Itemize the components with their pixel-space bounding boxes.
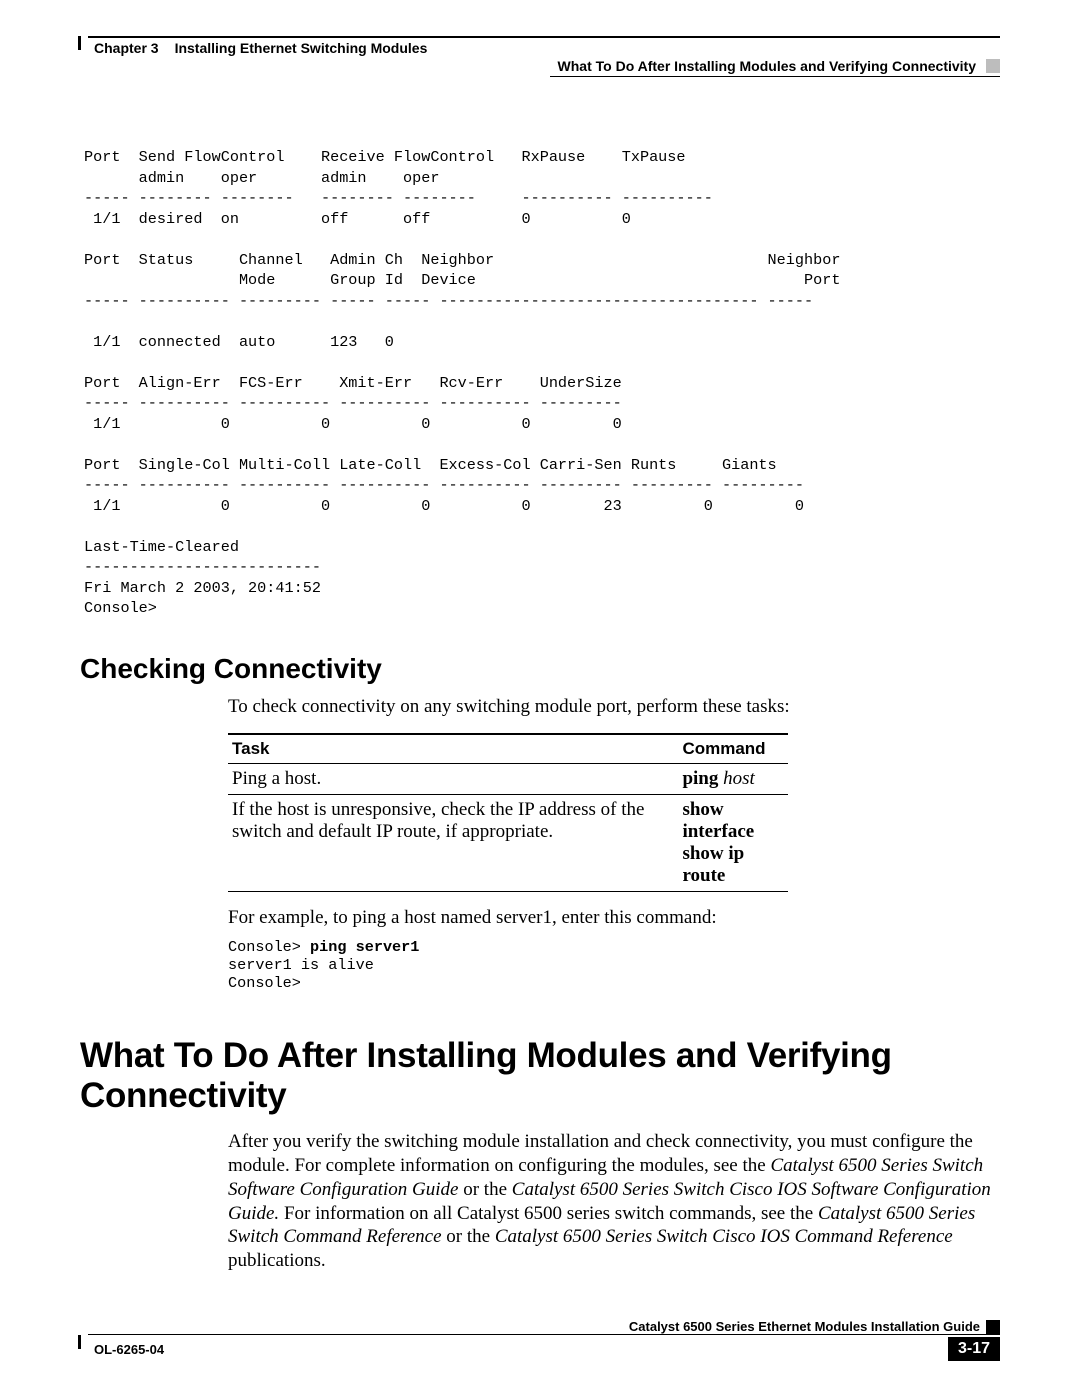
page: Chapter 3 Installing Ethernet Switching … <box>0 0 1080 1397</box>
footer-rule <box>88 1334 1000 1335</box>
page-number: 3-17 <box>948 1337 1000 1361</box>
header-subrule <box>550 76 1000 77</box>
heading-after-installing: What To Do After Installing Modules and … <box>80 1036 1000 1116</box>
td-task: If the host is unresponsive, check the I… <box>228 794 678 891</box>
t: publications. <box>228 1250 326 1271</box>
th-task: Task <box>228 734 678 764</box>
crop-mark-top <box>78 36 81 50</box>
t: or the <box>458 1179 511 1200</box>
ping-command: ping server1 <box>310 938 419 956</box>
section-title: What To Do After Installing Modules and … <box>558 58 976 74</box>
para: After you verify the switching module in… <box>228 1130 1000 1274</box>
chapter-label: Chapter 3 <box>94 40 159 56</box>
after-installing-paragraph: After you verify the switching module in… <box>228 1130 1000 1274</box>
ping-example: Console> ping server1 server1 is alive C… <box>228 938 1000 992</box>
section-marker-icon <box>986 59 1000 73</box>
th-command: Command <box>678 734 788 764</box>
ping-prefix: Console> <box>228 938 310 956</box>
chapter-title: Installing Ethernet Switching Modules <box>175 40 428 56</box>
footer-row1: Catalyst 6500 Series Ethernet Modules In… <box>80 1319 1000 1334</box>
intro-text: To check connectivity on any switching m… <box>228 695 1000 719</box>
table-row: Ping a host. ping host <box>228 763 788 794</box>
td-command: show interface show ip route <box>678 794 788 891</box>
doc-number: OL-6265-04 <box>80 1342 164 1357</box>
td-command: ping host <box>678 763 788 794</box>
td-task: Ping a host. <box>228 763 678 794</box>
task-command-table: Task Command Ping a host. ping host If t… <box>228 733 788 892</box>
cmd-line2: show ip route <box>682 843 744 886</box>
cmd-arg: host <box>723 768 755 789</box>
t: For information on all Catalyst 6500 ser… <box>279 1203 818 1224</box>
t: or the <box>442 1226 495 1247</box>
header-rule <box>88 36 1000 38</box>
example-intro: For example, to ping a host named server… <box>228 906 1000 930</box>
footer-marker-icon <box>986 1320 1000 1334</box>
ping-output: server1 is alive Console> <box>228 956 374 992</box>
intro-paragraph: To check connectivity on any switching m… <box>228 695 1000 719</box>
table-row: If the host is unresponsive, check the I… <box>228 794 788 891</box>
cmd-line1: show interface <box>682 799 754 842</box>
header-left: Chapter 3 Installing Ethernet Switching … <box>94 40 427 56</box>
cmd-bold: ping <box>682 768 718 789</box>
crop-mark-bottom <box>78 1335 81 1349</box>
footer-row2: OL-6265-04 3-17 <box>80 1337 1000 1361</box>
ref4: Catalyst 6500 Series Switch Cisco IOS Co… <box>495 1226 953 1247</box>
running-header: Chapter 3 Installing Ethernet Switching … <box>80 40 1000 56</box>
table-header-row: Task Command <box>228 734 788 764</box>
footer-guide-title: Catalyst 6500 Series Ethernet Modules In… <box>80 1319 986 1334</box>
heading-checking-connectivity: Checking Connectivity <box>80 653 1000 685</box>
header-right-row: What To Do After Installing Modules and … <box>80 58 1000 74</box>
example-intro-text: For example, to ping a host named server… <box>228 906 1000 930</box>
footer: Catalyst 6500 Series Ethernet Modules In… <box>80 1319 1000 1361</box>
cli-output-block: Port Send FlowControl Receive FlowContro… <box>84 147 1000 619</box>
